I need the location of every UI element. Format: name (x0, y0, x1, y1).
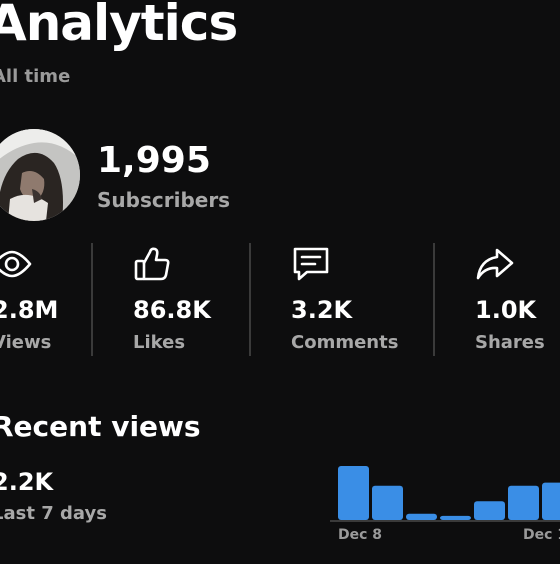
chart-bar (372, 485, 403, 520)
stat-value: 1.0K (475, 296, 537, 324)
channel-avatar[interactable] (0, 129, 80, 221)
thumbs-up-icon (133, 244, 173, 284)
divider (433, 243, 435, 356)
time-range-label: All time (0, 66, 71, 87)
chart-bar (542, 482, 560, 520)
bar-chart: Dec 8 Dec 1 (330, 466, 560, 543)
avatar-photo (0, 129, 80, 221)
recent-views-value: 2.2K (0, 468, 54, 496)
subscriber-label: Subscribers (97, 188, 231, 212)
page-title: Analytics (0, 0, 238, 52)
recent-views-title: Recent views (0, 410, 201, 443)
divider (91, 243, 93, 356)
stat-label: Comments (291, 332, 399, 353)
stat-label: Shares (475, 332, 545, 353)
stat-label: Views (0, 332, 52, 353)
chart-bar (338, 466, 369, 520)
recent-views-period: Last 7 days (0, 503, 107, 524)
stat-value: 3.2K (291, 296, 353, 324)
subscriber-count: 1,995 (97, 140, 211, 181)
chart-tick-label: Dec 1 (523, 527, 560, 543)
stat-value: 86.8K (133, 296, 211, 324)
share-icon (475, 244, 515, 284)
chart-bar (474, 501, 505, 520)
comment-icon (291, 244, 331, 284)
recent-views-chart[interactable]: Dec 8 Dec 1 (330, 460, 560, 560)
stat-label: Likes (133, 332, 186, 353)
chart-bar (508, 485, 539, 520)
eye-icon (0, 244, 32, 284)
chart-tick-label: Dec 8 (338, 527, 382, 543)
divider (249, 243, 251, 356)
chart-bar (440, 515, 471, 520)
chart-bar (406, 513, 437, 520)
stat-value: 2.8M (0, 296, 59, 324)
